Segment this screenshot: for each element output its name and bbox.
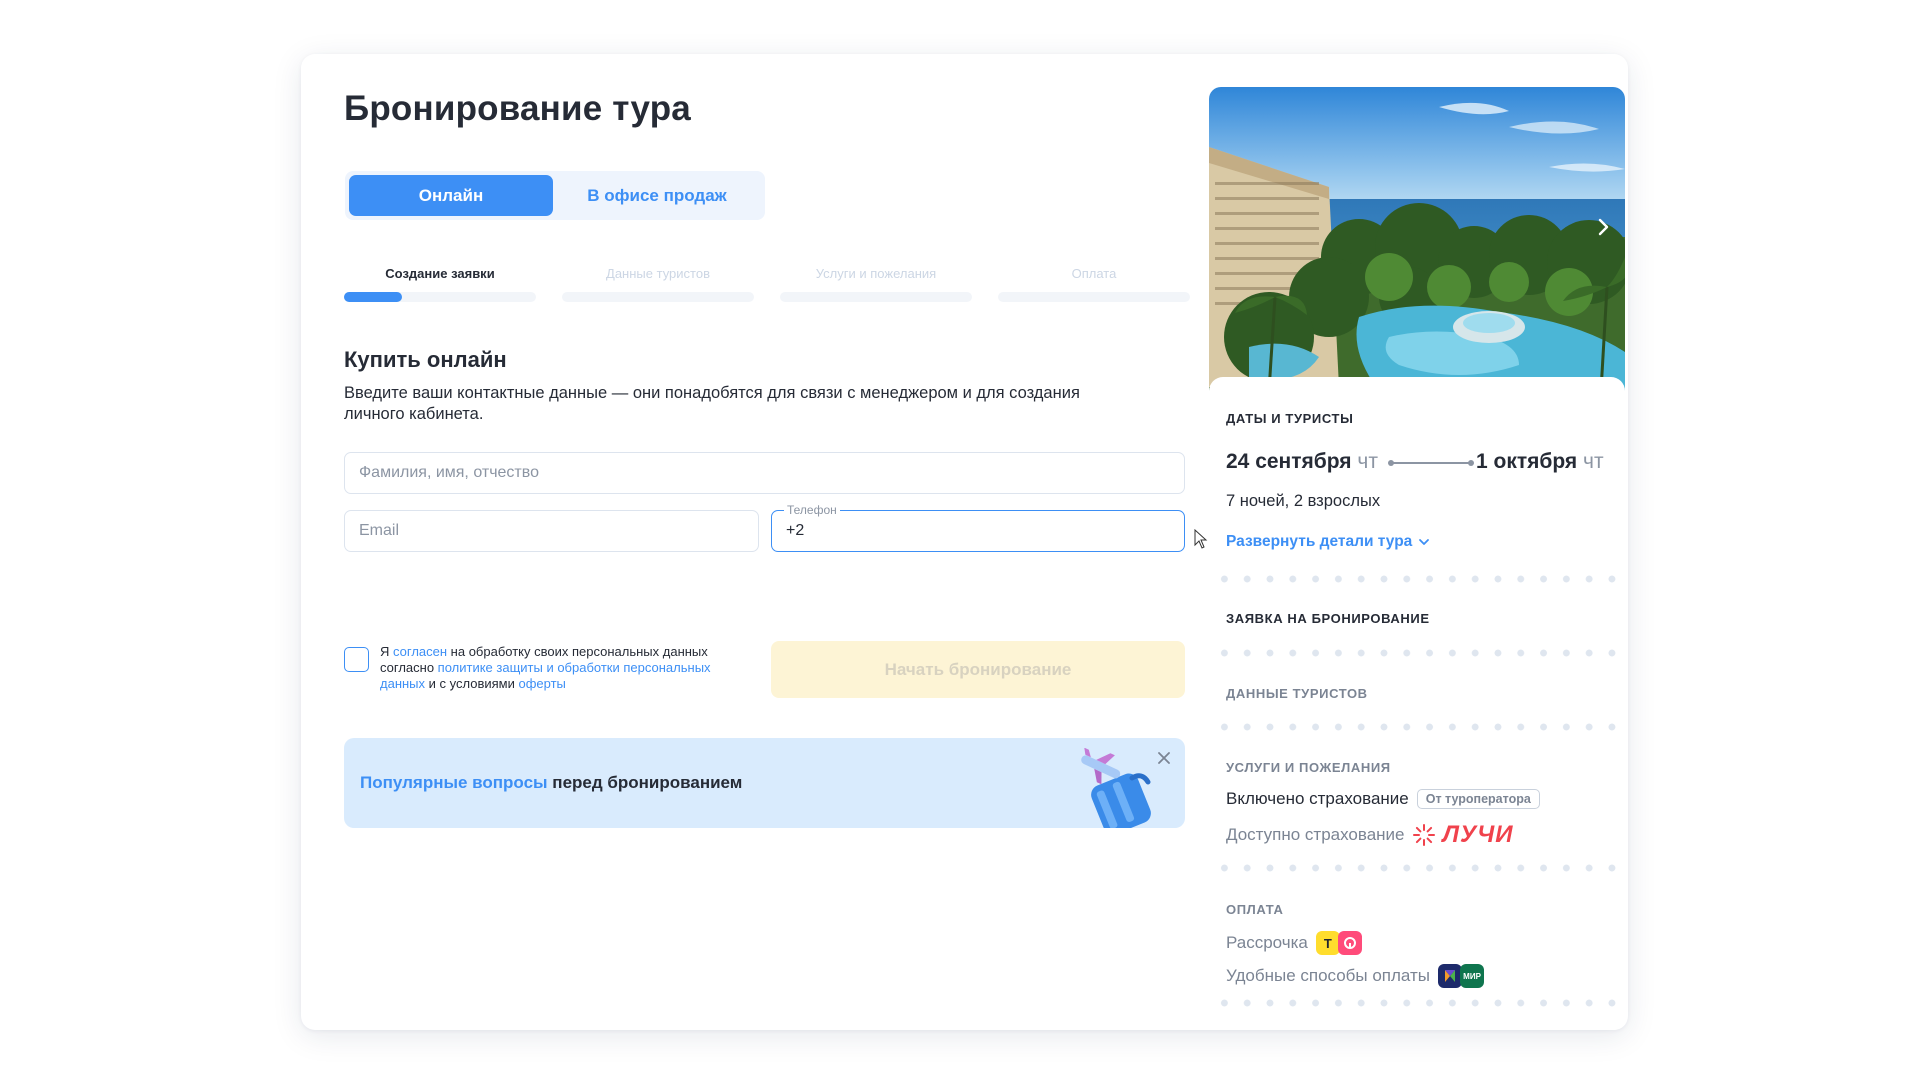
date-from-dow: чт [1357, 450, 1378, 473]
form-section-description: Введите ваши контактные данные — они пон… [344, 384, 1080, 423]
fullname-input[interactable] [345, 453, 1184, 493]
installments-label: Рассрочка [1226, 933, 1308, 952]
booking-request-heading: Заявка на бронирование [1226, 611, 1430, 626]
chevron-right-icon [1598, 218, 1609, 236]
sun-icon [1412, 824, 1435, 846]
date-from: 24 сентября чт [1226, 450, 1378, 474]
installment-icon [1343, 937, 1356, 949]
payment-heading: Оплата [1226, 902, 1284, 917]
faq-text-rest: перед бронированием [547, 773, 743, 792]
step-label: Оплата [1071, 266, 1117, 281]
consent-text-part: Я [380, 644, 393, 659]
tinkoff-badge: Т [1315, 931, 1340, 955]
insurance-available-label: Доступно страхование [1226, 825, 1405, 844]
step-tourist-data: Данные туристов [562, 266, 754, 302]
consent-text: Я согласен на обработку своих персональн… [380, 644, 740, 692]
booking-mode-toggle: Онлайн В офисе продаж [345, 171, 765, 220]
form-section-title: Купить онлайн [344, 347, 507, 372]
chevron-down-icon [1419, 539, 1430, 545]
dotted-divider [1209, 649, 1625, 657]
nights-guests: 7 ночей, 2 взрослых [1226, 492, 1381, 510]
start-booking-button[interactable]: Начать бронирование [771, 641, 1185, 698]
date-to-dow: чт [1583, 450, 1604, 473]
step-label: Услуги и пожелания [815, 266, 937, 281]
photo-next-button[interactable] [1591, 215, 1615, 239]
installments-row: Рассрочка Т [1226, 931, 1362, 955]
step-progress-fill [344, 292, 402, 302]
consent-checkbox[interactable] [344, 647, 369, 672]
dotted-divider [1209, 575, 1625, 583]
fullname-field [344, 452, 1185, 494]
payment-methods-label: Удобные способы оплаты [1226, 966, 1431, 985]
dates-heading: Даты и туристы [1226, 411, 1354, 426]
sbp-logo-icon [1445, 970, 1456, 982]
step-services: Услуги и пожелания [780, 266, 972, 302]
expand-tour-details-link[interactable]: Развернуть детали тура [1226, 533, 1430, 551]
phone-field-label: Телефон [784, 503, 840, 517]
sbp-icon [1438, 964, 1463, 988]
faq-close-button[interactable] [1153, 747, 1175, 769]
payment-badges: МИР [1438, 964, 1485, 988]
step-label: Данные туристов [606, 266, 710, 281]
booking-form-column: Бронирование тура Онлайн В офисе продаж … [344, 54, 1190, 1030]
payment-methods-row: Удобные способы оплаты МИР [1226, 964, 1485, 988]
dotted-divider [1209, 999, 1625, 1007]
faq-link[interactable]: Популярные вопросы [360, 773, 548, 792]
tour-summary-column: Даты и туристы 24 сентября чт 1 октября … [1209, 87, 1625, 1030]
email-field [344, 510, 759, 552]
step-progress-track [780, 292, 972, 302]
mir-badge: МИР [1460, 964, 1485, 988]
consent-agree-link[interactable]: согласен [393, 644, 447, 659]
step-progress-track [344, 292, 536, 302]
mode-office-button[interactable]: В офисе продаж [553, 175, 761, 216]
tourist-data-heading: Данные туристов [1226, 686, 1368, 701]
mouse-cursor-icon [1194, 529, 1208, 549]
luchi-logo: ЛУЧИ [1442, 821, 1514, 848]
hotel-image [1209, 87, 1625, 391]
insurance-included-row: Включено страхование От туроператора [1226, 789, 1540, 809]
dotted-divider [1209, 723, 1625, 731]
dates-connector [1388, 460, 1474, 466]
phone-input[interactable] [772, 511, 1184, 551]
step-progress-track [998, 292, 1190, 302]
consent-text-part: и с условиями [425, 676, 519, 691]
insurance-available-row: Доступно страхование ЛУЧИ [1226, 821, 1514, 849]
phone-field: Телефон [771, 503, 1185, 552]
booking-card: Бронирование тура Онлайн В офисе продаж … [301, 54, 1628, 1030]
mode-online-button[interactable]: Онлайн [349, 175, 553, 216]
booking-steps: Создание заявки Данные туристов Услуги и… [344, 266, 1190, 306]
step-progress-track [562, 292, 754, 302]
dates-row: 24 сентября чт 1 октября чт [1226, 450, 1616, 480]
dotted-divider [1209, 864, 1625, 872]
installment-partner-icon [1337, 931, 1362, 955]
date-from-value: 24 сентября [1226, 450, 1352, 473]
faq-banner: Популярные вопросы перед бронированием [344, 738, 1185, 828]
services-heading: Услуги и пожелания [1226, 760, 1391, 775]
date-to-value: 1 октября [1476, 450, 1578, 473]
faq-text: Популярные вопросы перед бронированием [360, 773, 742, 793]
tour-operator-tag: От туроператора [1416, 789, 1540, 809]
installment-badges: Т [1315, 931, 1362, 955]
email-input[interactable] [345, 511, 758, 551]
step-payment: Оплата [998, 266, 1190, 302]
insurance-included-label: Включено страхование [1226, 789, 1409, 808]
step-label: Создание заявки [385, 266, 495, 281]
page-title: Бронирование тура [344, 89, 691, 128]
close-icon [1158, 752, 1170, 764]
date-to: 1 октября чт [1476, 450, 1604, 474]
hotel-photo [1209, 87, 1625, 391]
suitcase-plane-illustration [1081, 748, 1151, 828]
expand-tour-details-label: Развернуть детали тура [1226, 533, 1413, 550]
tour-summary: Даты и туристы 24 сентября чт 1 октября … [1209, 377, 1625, 1030]
step-create-request: Создание заявки [344, 266, 536, 302]
offer-link[interactable]: оферты [518, 676, 565, 691]
